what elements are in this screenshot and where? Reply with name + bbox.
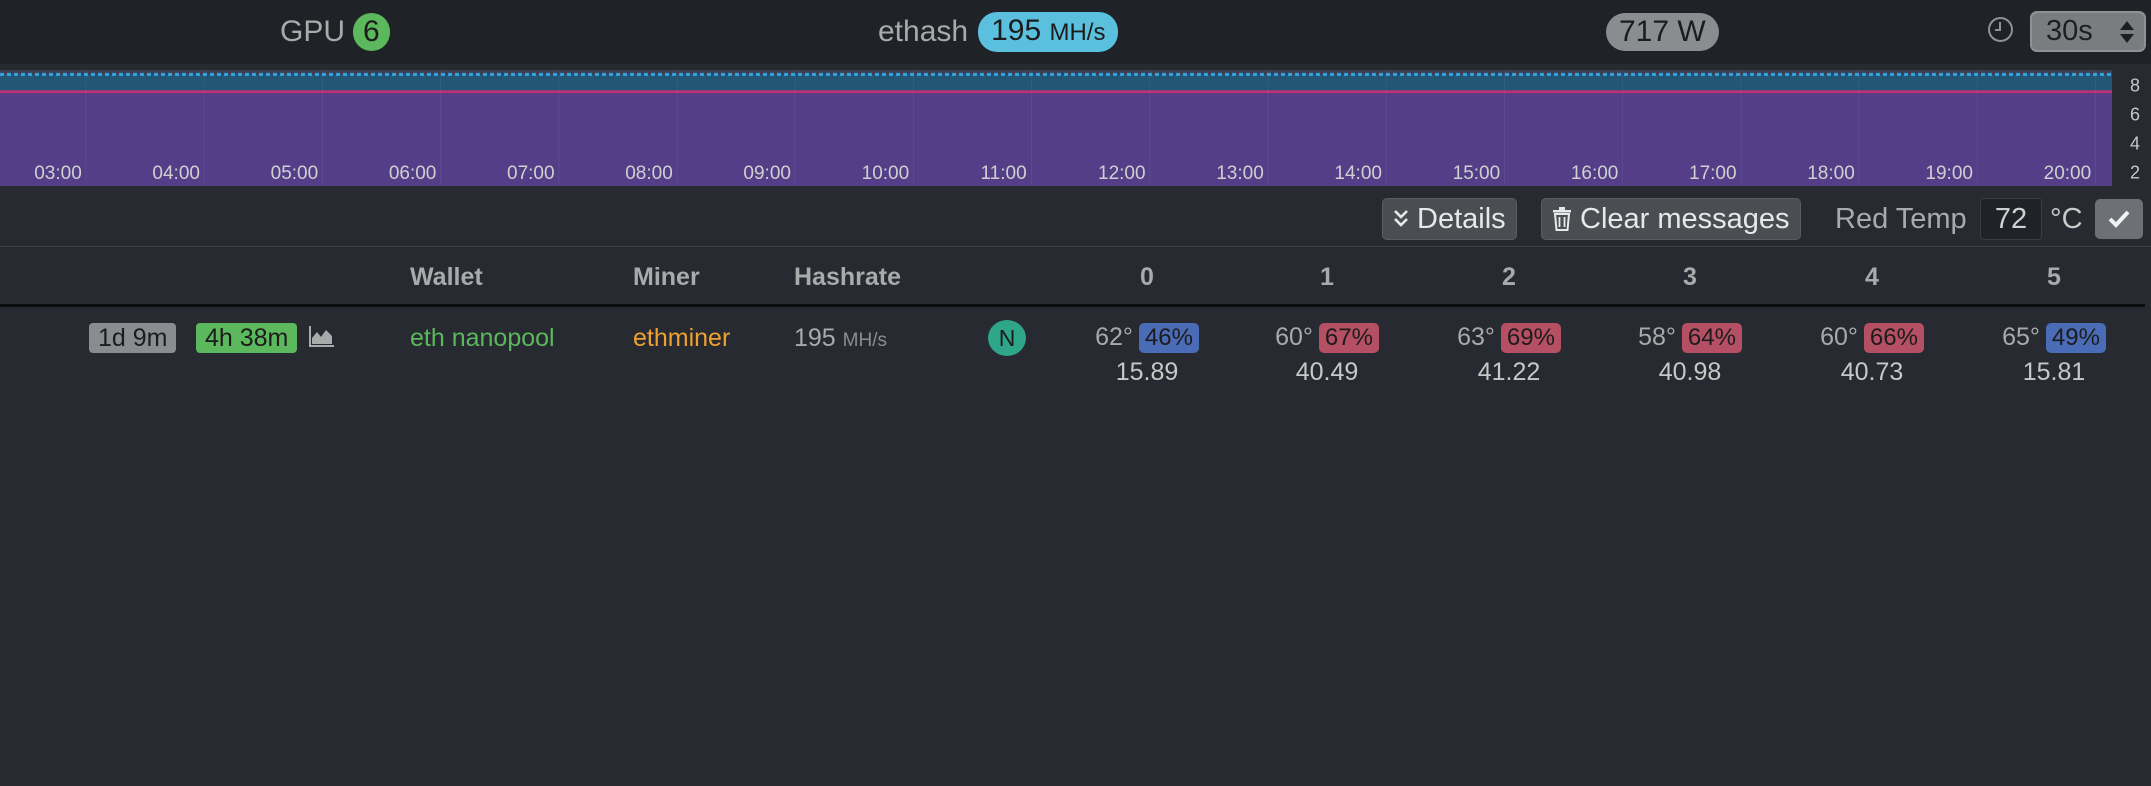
chevron-double-down-icon [1393, 209, 1409, 229]
column-header-gpu-5: 5 [2047, 263, 2061, 291]
column-header-gpu-3: 3 [1683, 263, 1697, 291]
clear-messages-label: Clear messages [1580, 202, 1790, 235]
gpu-hashrate: 40.98 [1658, 358, 1722, 386]
gpu-temp: 60° [1275, 323, 1313, 351]
x-tick-label: 05:00 [271, 163, 319, 184]
x-tick-label: 15:00 [1453, 163, 1501, 184]
gpu-temp: 63° [1457, 323, 1495, 351]
clock-icon [1988, 17, 2013, 42]
x-tick-label: 11:00 [981, 163, 1027, 184]
x-tick-label: 13:00 [1216, 163, 1264, 184]
gpu-cell-0: 62° 46% 15.89 [1077, 321, 1217, 388]
gpu-cell-5: 65° 49% 15.81 [1984, 321, 2124, 388]
refresh-interval-value: 30s [2046, 15, 2093, 47]
temp-unit-label: °C [2050, 203, 2083, 235]
miner-name: ethminer [633, 324, 731, 352]
y-tick-label: 8 [2130, 76, 2140, 96]
rig-hashrate-unit: MH/s [842, 330, 887, 351]
gpu-fan-badge: 46% [1138, 323, 1199, 353]
gpu-count-stat: GPU 6 [280, 10, 390, 54]
gpu-cell-1: 60° 67% 40.49 [1257, 321, 1397, 388]
select-arrows-icon [2120, 19, 2134, 45]
nvidia-vendor-badge: N [988, 320, 1026, 356]
x-tick-label: 10:00 [862, 163, 910, 184]
column-header-miner: Miner [633, 263, 700, 291]
area-chart-icon[interactable] [308, 324, 336, 348]
gpu-fan-badge: 49% [2045, 323, 2106, 353]
toolbar-divider [0, 246, 2151, 247]
gpu-hashrate: 15.89 [1115, 358, 1179, 386]
gpu-fan-badge: 66% [1863, 323, 1924, 353]
rig-hashrate-value: 195 [794, 324, 836, 352]
apply-red-temp-button[interactable] [2095, 199, 2143, 239]
x-tick-label: 16:00 [1571, 163, 1619, 184]
total-hashrate-value: 195 [991, 14, 1042, 47]
x-tick-label: 17:00 [1689, 163, 1737, 184]
total-hashrate-unit: MH/s [1049, 19, 1106, 46]
gpu-temp: 65° [2002, 323, 2040, 351]
runtime-badge: 4h 38m [196, 323, 298, 353]
column-header-wallet: Wallet [410, 263, 483, 291]
details-button[interactable]: Details [1382, 198, 1517, 240]
red-temp-label: Red Temp [1835, 203, 1967, 235]
algorithm-stat: ethash 195 MH/s [878, 10, 1119, 54]
gpu-hashrate: 40.49 [1295, 358, 1359, 386]
column-header-hashrate: Hashrate [794, 263, 901, 291]
top-stats-bar: GPU 6 ethash 195 MH/s 717 W 30s [0, 0, 2151, 64]
power-stat: 717 W [1606, 10, 1719, 54]
table-header-rule [0, 304, 2145, 307]
x-tick-label: 09:00 [743, 163, 791, 184]
hashrate-timeline-chart: 03:00 04:00 05:00 06:00 07:00 08:00 09:00 10:00… [0, 70, 2151, 188]
x-tick-label: 14:00 [1334, 163, 1382, 184]
gpu-fan-badge: 69% [1500, 323, 1561, 353]
x-tick-label: 03:00 [34, 163, 82, 184]
gpu-temp: 58° [1638, 323, 1676, 351]
red-temp-input[interactable]: 72 [1980, 198, 2042, 240]
x-tick-label: 07:00 [507, 163, 555, 184]
x-tick-label: 19:00 [1925, 163, 1973, 184]
y-tick-label: 6 [2130, 105, 2140, 125]
x-tick-label: 20:00 [2044, 163, 2092, 184]
x-tick-label: 08:00 [625, 163, 673, 184]
clear-messages-button[interactable]: Clear messages [1541, 198, 1801, 240]
rig-hashrate: 195 MH/s [794, 322, 887, 357]
gpu-cell-3: 58° 64% 40.98 [1620, 321, 1760, 388]
wallet-link[interactable]: eth nanopool [410, 322, 555, 354]
x-tick-label: 06:00 [389, 163, 437, 184]
gpu-cell-2: 63° 69% 41.22 [1439, 321, 1579, 388]
gpu-label: GPU [280, 15, 346, 48]
column-header-gpu-1: 1 [1320, 263, 1334, 291]
gpu-hashrate: 40.73 [1840, 358, 1904, 386]
gpu-hashrate: 15.81 [2022, 358, 2086, 386]
column-header-gpu-0: 0 [1140, 263, 1154, 291]
check-icon [2108, 210, 2130, 228]
trash-icon [1552, 207, 1572, 231]
refresh-interval-select[interactable]: 30s [2030, 11, 2146, 52]
column-header-gpu-2: 2 [1502, 263, 1516, 291]
gpu-count-badge: 6 [353, 13, 390, 51]
gpu-temp: 62° [1095, 323, 1133, 351]
column-header-gpu-4: 4 [1865, 263, 1879, 291]
x-tick-label: 18:00 [1807, 163, 1855, 184]
gpu-fan-badge: 64% [1681, 323, 1742, 353]
power-badge: 717 W [1606, 13, 1719, 51]
total-hashrate-badge: 195 MH/s [978, 12, 1119, 52]
gpu-cell-4: 60° 66% 40.73 [1802, 321, 1942, 388]
gpu-fan-badge: 67% [1318, 323, 1379, 353]
x-tick-label: 04:00 [152, 163, 200, 184]
algorithm-label: ethash [878, 15, 969, 48]
gpu-hashrate: 41.22 [1477, 358, 1541, 386]
y-tick-label: 2 [2130, 163, 2140, 183]
details-button-label: Details [1417, 202, 1506, 235]
uptime-badge: 1d 9m [89, 323, 177, 353]
gpu-temp: 60° [1820, 323, 1858, 351]
y-tick-label: 4 [2130, 134, 2140, 154]
x-tick-label: 12:00 [1098, 163, 1146, 184]
